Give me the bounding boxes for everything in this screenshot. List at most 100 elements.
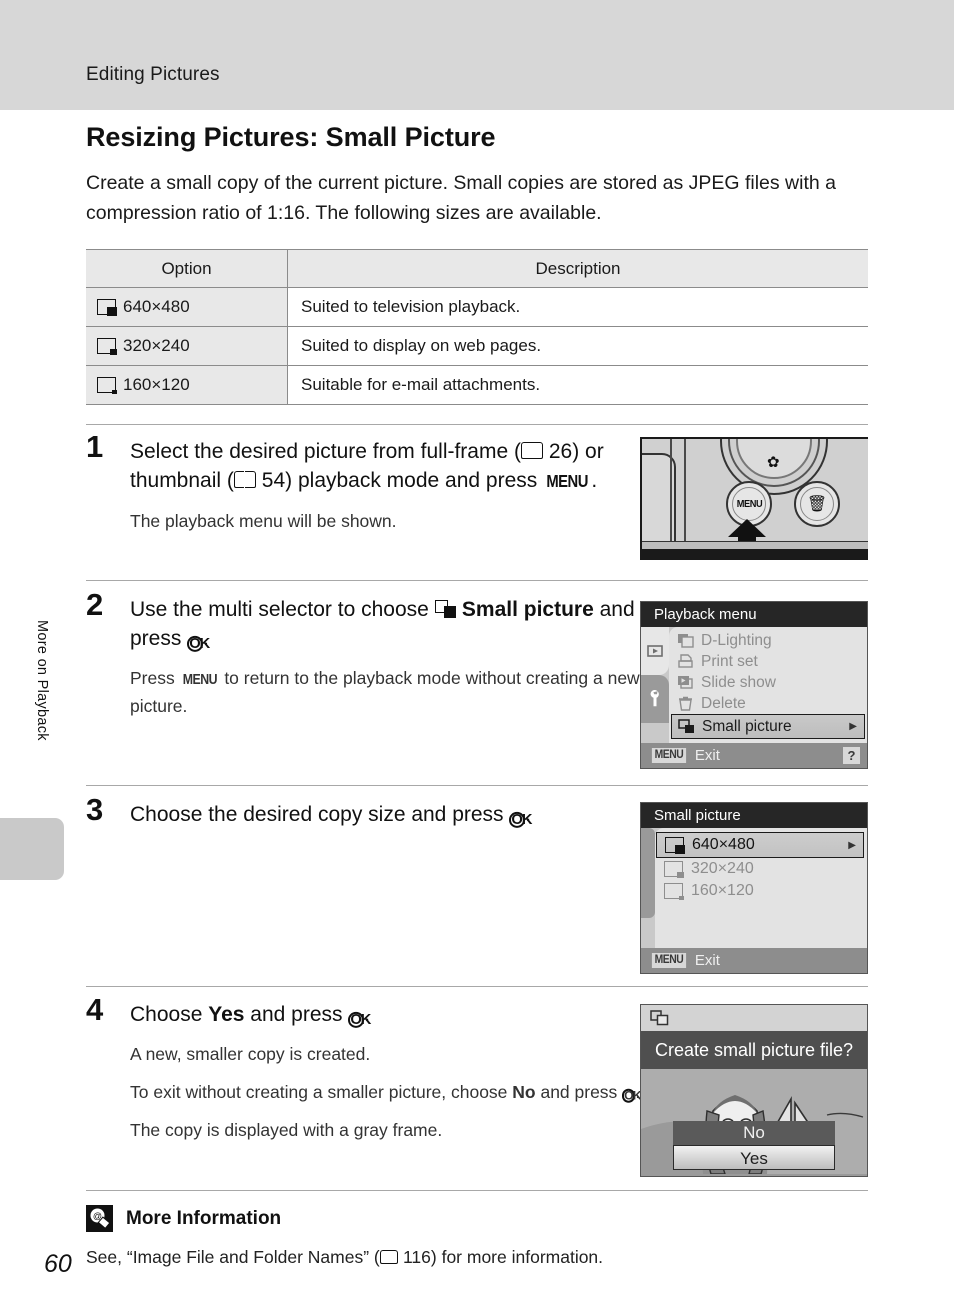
ok-key-glyph: OK [187,635,210,652]
step-1-note: The playback menu will be shown. [130,511,397,531]
step-4-note-c: The copy is displayed with a gray frame. [130,1120,443,1140]
sidebar-tab-playback[interactable] [641,627,669,675]
flower-macro-icon: ✿ [767,454,780,471]
exit-label: Exit [694,747,720,764]
delete-trash-icon [679,696,692,711]
step-1-instruction: Select the desired picture from full-fra… [130,437,646,496]
chevron-right-icon: ▶ [849,721,857,732]
step-number: 1 [86,429,104,464]
help-icon[interactable]: ? [843,747,860,764]
table-row: 640×480 Suited to television playback. [86,287,868,327]
step-3-instruction: Choose the desired copy size and press O… [130,803,532,828]
d-lighting-icon [678,634,694,648]
step-4: 4 Choose Yes and press OK. A new, smalle… [86,994,646,1143]
dialog-buttons: No Yes [673,1121,835,1170]
camera-delete-button[interactable]: 🗑 [794,481,840,527]
step-2-note: Press MENU to return to the playback mod… [130,668,640,716]
small-picture-icon [650,1010,669,1026]
menu-item-slide-show[interactable]: Slide show [669,672,867,693]
section-intro: Create a small copy of the current pictu… [86,172,836,224]
page-number: 60 [44,1250,72,1278]
option-description: Suitable for e-mail attachments. [287,365,868,405]
small-picture-screen: Small picture 640×480 ▶ 320×240 160×120 … [640,802,868,974]
step-number: 3 [86,792,104,827]
ok-key-glyph: OK [509,811,532,828]
menu-item-delete[interactable]: Delete [669,693,867,714]
menu-item-d-lighting[interactable]: D-Lighting [669,630,867,651]
small-picture-icon [678,719,694,733]
section-thumb-tab-label: More on Playback [34,620,50,741]
table-header-row: Option Description [86,249,868,288]
small-picture-icon [434,599,457,619]
step-1: 1 Select the desired picture from full-f… [86,431,646,534]
small-picture-160-icon [97,377,117,394]
option-label: 320×240 [123,336,190,355]
screen-title: Playback menu [641,602,867,627]
page-ref-book-icon [520,442,544,460]
page-ref-book-icon [233,471,256,489]
print-set-icon [678,654,693,668]
sidebar-tab-strip [641,828,655,918]
confirm-dialog-screen: Create small picture file? No Yes [640,1004,868,1177]
menu-item-print-set[interactable]: Print set [669,651,867,672]
step-4-note-b: To exit without creating a smaller pictu… [130,1082,642,1104]
step-divider [86,785,868,786]
wrench-icon [650,690,659,707]
camera-back-illustration: ✿ MENU 🗑 [640,437,868,560]
dialog-no-button[interactable]: No [673,1121,835,1145]
small-picture-160-icon [664,883,684,900]
option-description: Suited to display on web pages. [287,326,868,366]
page-running-header: Editing Pictures [0,0,954,110]
column-header-description: Description [287,249,868,288]
sidebar-tab-setup[interactable] [641,675,669,723]
preview-photo: No Yes [641,1069,867,1174]
screen-footer: MENU Exit ? [641,743,867,768]
screen-title: Small picture [641,803,867,828]
screen-footer: MENU Exit [641,948,867,973]
step-3: 3 Choose the desired copy size and press… [86,794,646,829]
menu-item-list: D-Lighting Print set Slide show Delete S… [669,627,867,743]
more-information-block: @ More Information See, “Image File and … [86,1205,868,1268]
step-divider [86,1190,868,1191]
dialog-yes-button[interactable]: Yes [673,1145,835,1170]
small-picture-menu-name: Small picture [461,598,594,621]
menu-tab-strip [641,627,669,723]
column-header-option: Option [86,249,288,288]
menu-key-glyph: MENU [651,747,686,764]
options-table: Option Description 640×480 Suited to tel… [86,249,868,405]
size-option-640[interactable]: 640×480 ▶ [656,832,864,858]
option-label: 160×120 [123,375,190,394]
page-ref-book-icon [379,1249,399,1265]
menu-key-glyph: MENU [182,672,217,688]
no-option-name: No [512,1082,536,1102]
small-picture-320-icon [97,338,117,355]
menu-key-glyph: MENU [546,471,588,491]
step-number: 4 [86,992,104,1027]
step-divider [86,986,868,987]
option-label: 640×480 [123,297,190,316]
trash-icon: 🗑 [806,496,828,513]
table-row: 320×240 Suited to display on web pages. [86,326,868,366]
menu-key-glyph: MENU [651,952,686,969]
step-4-instruction: Choose Yes and press OK. [130,1003,371,1028]
table-row: 160×120 Suitable for e-mail attachments. [86,365,868,405]
size-option-160[interactable]: 160×120 [655,880,867,902]
yes-option-name: Yes [208,1003,245,1026]
size-option-320[interactable]: 320×240 [655,858,867,880]
ok-key-glyph: OK [622,1089,642,1104]
step-2: 2 Use the multi selector to choose Small… [86,589,646,719]
step-2-instruction: Use the multi selector to choose Small p… [130,598,635,652]
chevron-right-icon: ▶ [848,839,856,851]
more-information-text: See, “Image File and Folder Names” ( 116… [86,1247,604,1267]
step-4-note-a: A new, smaller copy is created. [130,1044,371,1064]
chapter-title: Editing Pictures [86,64,220,85]
section-thumb-tab-marker [0,818,64,880]
playback-menu-screen: Playback menu D-Lighting Print set Slide… [640,601,868,769]
play-triangle-icon [647,645,663,657]
slide-show-icon [678,676,693,689]
menu-item-small-picture[interactable]: Small picture ▶ [671,714,865,739]
step-number: 2 [86,587,104,622]
dialog-question: Create small picture file? [641,1031,867,1069]
small-picture-640-icon [665,837,685,854]
dialog-icon-strip [641,1005,867,1031]
